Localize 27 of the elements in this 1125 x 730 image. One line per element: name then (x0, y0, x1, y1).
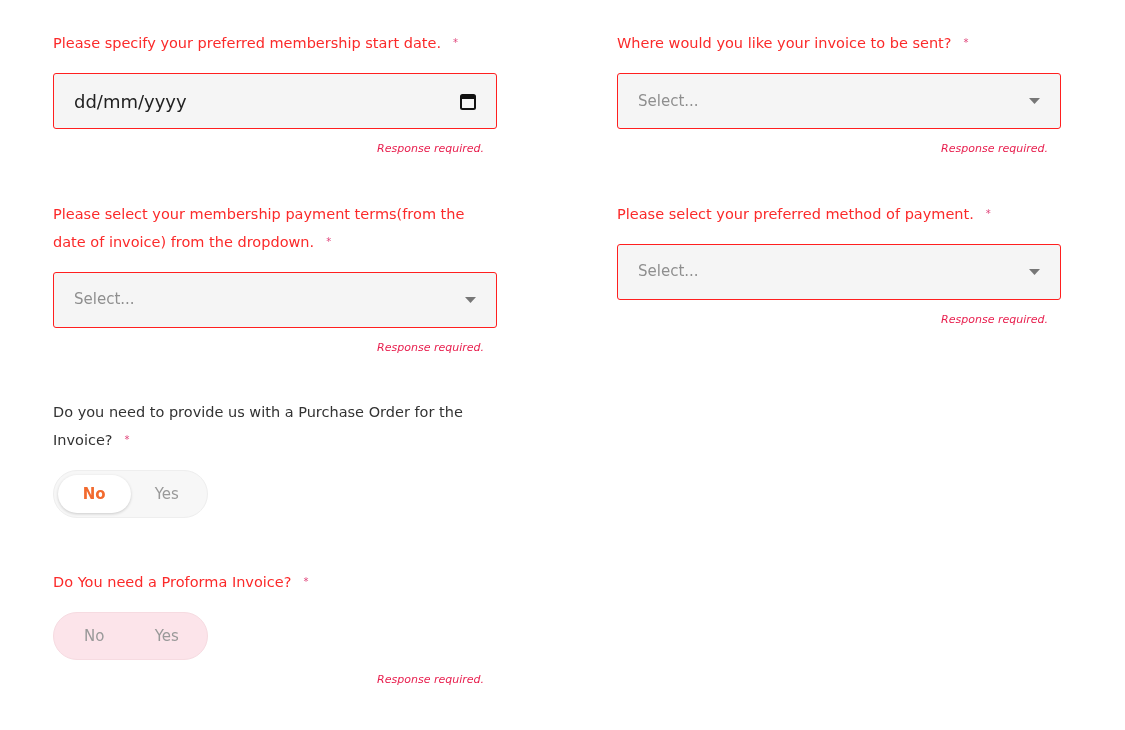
question-label: Please specify your preferred membership start date. * (53, 34, 459, 53)
question-label: Do you need to provide us with a Purchase Order for the Invoice? * (53, 403, 464, 450)
caret-icon (465, 296, 476, 303)
date-field[interactable]: dd/mm/yyyy (53, 73, 497, 129)
error-message: Response required. (941, 141, 1048, 157)
select-placeholder: Select... (638, 261, 699, 283)
select-placeholder: Select... (638, 90, 699, 112)
date-value: dd/mm/yyyy (74, 89, 187, 114)
error-message: Response required. (377, 339, 484, 356)
caret-icon (1029, 98, 1040, 104)
select-dropdown[interactable]: Select... (617, 243, 1061, 300)
caret-icon (1029, 268, 1040, 275)
toggle-option[interactable]: Yes (130, 617, 203, 655)
toggle-option[interactable]: Yes (130, 475, 203, 513)
question-label: Where would you like your invoice to be sent? * (617, 34, 970, 53)
question-label: Please select your preferred method of payment. * (617, 204, 992, 224)
toggle-option[interactable]: No (58, 617, 131, 655)
error-message: Response required. (377, 672, 484, 688)
question-label: Please select your membership payment terms(from the date of invoice) from the dropdown. * (53, 204, 466, 252)
select-dropdown[interactable]: Select... (617, 73, 1061, 129)
select-dropdown[interactable]: Select... (53, 271, 497, 328)
calendar-icon (460, 92, 476, 110)
question-label: Do You need a Proforma Invoice? * (53, 573, 310, 592)
error-message: Response required. (941, 311, 1048, 328)
toggle-option[interactable]: No (58, 475, 131, 513)
error-message: Response required. (377, 141, 484, 157)
select-placeholder: Select... (74, 289, 135, 311)
